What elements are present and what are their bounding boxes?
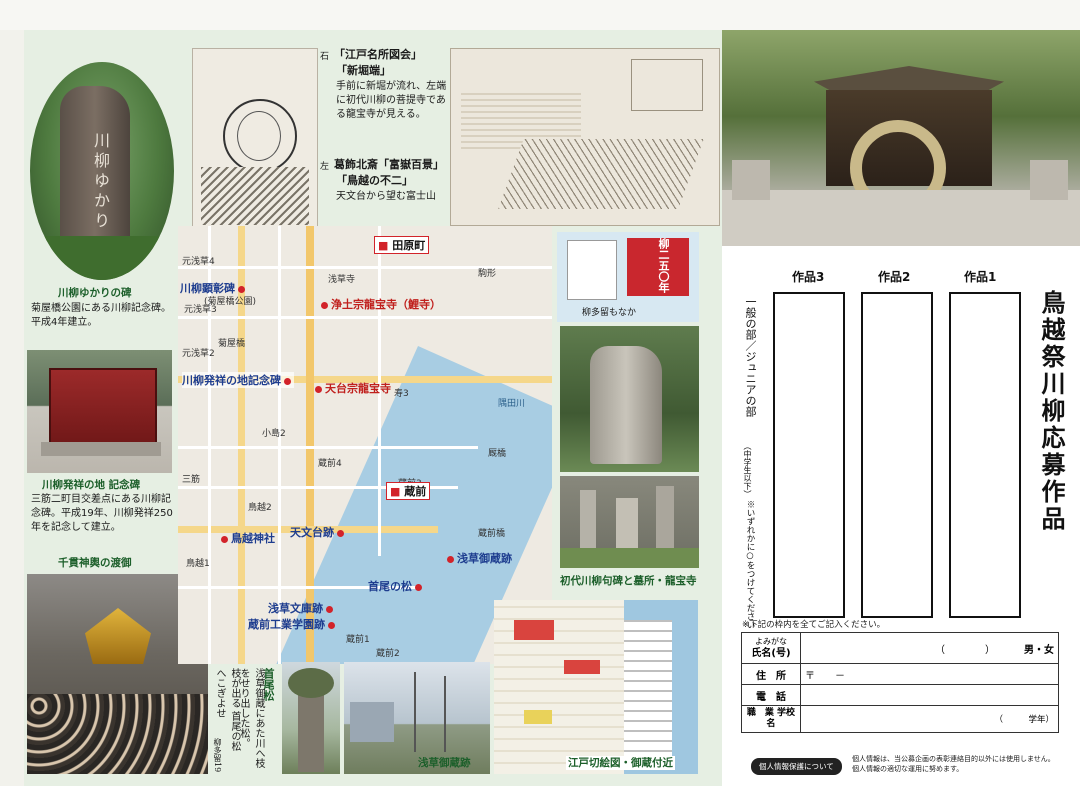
stone-monument-photo xyxy=(560,326,699,472)
map-label: 小島2 xyxy=(262,429,286,439)
map-label: 浅草寺 xyxy=(328,275,356,285)
entry3-box[interactable] xyxy=(773,292,845,618)
address-label: 住 所 xyxy=(741,663,801,685)
senryu-monument-photo: 川柳ゆかり xyxy=(30,62,174,280)
poi-kogyo[interactable]: 蔵前工業学園跡 xyxy=(248,616,338,632)
privacy-text-2: 個人情報の適切な運用に努めます。 xyxy=(852,765,964,773)
entry1-label: 作品1 xyxy=(964,270,997,284)
entry2-label: 作品2 xyxy=(878,270,911,284)
monument-inscription: 川柳ゆかり xyxy=(91,132,110,232)
grade-note: （ 学年） xyxy=(994,715,1054,725)
ref1-desc: 手前に新堀が流れ、左端に初代川柳の菩提寺である龍宝寺が見える。 xyxy=(336,81,447,120)
map-label: 駒形 xyxy=(478,269,497,279)
poi-torigoe-shrine[interactable]: 鳥越神社 xyxy=(218,530,275,546)
road-edo xyxy=(306,226,314,664)
circle-note: ※いずれかに○をつけてください xyxy=(745,500,755,629)
hokusai-woodblock-image xyxy=(192,48,318,230)
map-label: 寿3 xyxy=(394,389,409,399)
name-label-cell: よみがな 氏名(号) xyxy=(741,632,801,664)
caption-tomb: 初代川柳句碑と墓所・龍宝寺 xyxy=(560,575,697,587)
category-selection[interactable]: 一般の部／ジュニアの部 xyxy=(742,296,758,417)
book-title: 柳多留もなか xyxy=(582,308,637,318)
poi-bunko[interactable]: 浅草文庫跡 xyxy=(268,600,336,616)
map-label: 元浅草2 xyxy=(182,349,215,359)
map-label: 鳥越1 xyxy=(186,559,210,569)
privacy-text-1: 個人情報は、当公募企画の表彰連絡目的以外には使用しません。 xyxy=(852,755,1055,763)
ref2-title1: 葛飾北斎「富嶽百景」 xyxy=(334,158,444,171)
edo-kiriezu-map xyxy=(494,600,698,774)
ref2-desc: 天文台から望む富士山 xyxy=(336,191,436,202)
gender-choice[interactable]: 男・女 xyxy=(1024,641,1054,656)
name-field[interactable]: （ ） 男・女 xyxy=(800,632,1059,664)
caption-okura: 浅草御蔵跡 xyxy=(418,757,471,769)
station-kuramae[interactable]: ■ 蔵前 xyxy=(386,482,431,500)
poi-kenshohi-sub: (菊屋橋公園) xyxy=(204,297,257,307)
book-badge: 柳二五〇年 xyxy=(657,238,670,293)
phone-label: 電 話 xyxy=(741,684,801,706)
ref2-title2: 「鳥越の不二」 xyxy=(336,174,413,187)
birthplace-monument-photo xyxy=(27,350,172,473)
tomb-photo xyxy=(560,476,699,568)
poi-tenmondai[interactable]: 天文台跡 xyxy=(290,524,347,540)
top-margin xyxy=(0,0,1080,30)
desc-senryu-monument: 菊屋橋公園にある川柳記念碑。平成4年建立。 xyxy=(31,303,171,328)
edo-meisho-zue-print xyxy=(450,48,720,226)
ref1-label: 石 xyxy=(320,52,330,62)
poi-ryuhoji-old[interactable]: 浄土宗龍宝寺（鯉寺） xyxy=(318,296,441,312)
station-tawaramachi[interactable]: ■ 田原町 xyxy=(374,236,430,254)
ref1-title2: 「新堀端」 xyxy=(336,64,391,77)
phone-field[interactable] xyxy=(800,684,1059,706)
form-note: ※下記の枠内を全てご記入ください。 xyxy=(742,620,886,630)
entry3-label: 作品3 xyxy=(792,270,825,284)
kubiomatsu-source: 柳多留19 xyxy=(213,738,222,773)
poi-ryuhoji[interactable]: 天台宗龍宝寺 xyxy=(312,380,391,396)
map-label: 菊屋橋 xyxy=(218,339,246,349)
caption-senryu-monument: 川柳ゆかりの碑 xyxy=(58,287,132,299)
map-label: 蔵前1 xyxy=(346,635,370,645)
postal-mark: 〒 － xyxy=(805,670,845,682)
map-label: 厩橋 xyxy=(488,449,507,459)
entrant-form: よみがな 氏名(号) （ ） 男・女 住 所 〒 － 電 話 職 業 学校名 （… xyxy=(741,632,1059,733)
map-label: 元浅草4 xyxy=(182,257,215,267)
poi-birthplace[interactable]: 川柳発祥の地記念碑 xyxy=(182,372,294,388)
map-label: 隅田川 xyxy=(498,399,526,409)
form-title: 鳥越祭川柳応募作品 xyxy=(1037,290,1066,533)
job-field[interactable]: （ 学年） xyxy=(800,705,1059,733)
map-label: 蔵前4 xyxy=(318,459,342,469)
map-label: 三筋 xyxy=(182,475,201,485)
desc-birthplace: 三筋二町目交差点にある川柳記念碑。平成19年、川柳発祥250年を記念して建立。 xyxy=(31,494,173,533)
category-note: （中学生以下） xyxy=(743,442,752,498)
brochure-sheet: 川柳ゆかり 川柳ゆかりの碑 菊屋橋公園にある川柳記念碑。平成4年建立。 川柳発祥… xyxy=(0,0,1080,786)
poi-okura[interactable]: 浅草御蔵跡 xyxy=(444,550,512,566)
entry1-box[interactable] xyxy=(949,292,1021,618)
caption-mikoshi: 千貫神輿の渡御 xyxy=(58,557,132,569)
ref1-title1: 「江戸名所図会」 xyxy=(334,48,422,61)
caption-edomap: 江戸切絵図・御蔵付近 xyxy=(566,756,675,770)
map-label: 蔵前2 xyxy=(376,649,400,659)
privacy-badge[interactable]: 個人情報保護について xyxy=(751,758,842,775)
torigoe-shrine-photo xyxy=(722,30,1080,246)
map-label: 蔵前橋 xyxy=(478,529,506,539)
ref2-label: 左 xyxy=(320,162,330,172)
caption-birthplace: 川柳発祥の地 記念碑 xyxy=(42,479,141,491)
poi-shubinomatsu[interactable]: 首尾の松 xyxy=(368,578,425,594)
job-label: 職 業 学校名 xyxy=(741,705,801,733)
pine-stone-photo xyxy=(282,662,340,774)
entry2-box[interactable] xyxy=(861,292,933,618)
address-field[interactable]: 〒 － xyxy=(800,663,1059,685)
area-map: 浅草寺 元浅草4 元浅草3 元浅草2 小島2 三筋 鳥越2 鳥越1 蔵前4 蔵前… xyxy=(178,226,552,664)
map-label: 鳥越2 xyxy=(248,503,272,513)
